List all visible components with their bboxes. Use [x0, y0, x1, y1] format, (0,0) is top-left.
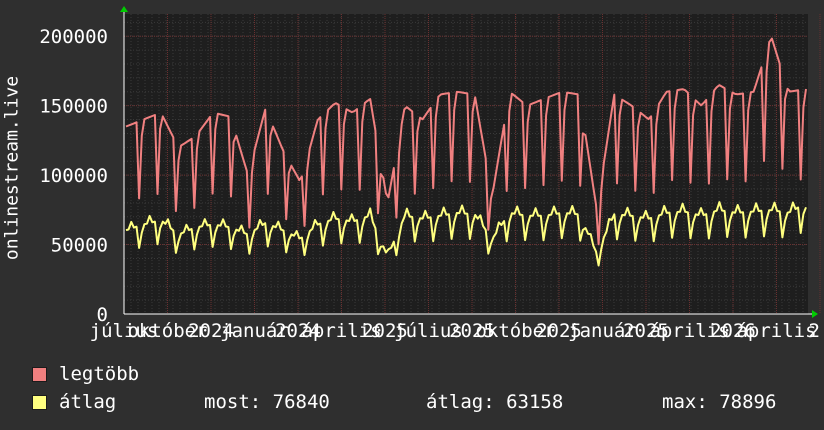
- x-tick-label: 2: [809, 320, 820, 342]
- stat-average: átlag: 63158: [426, 391, 564, 413]
- stat-maximum: max: 78896: [662, 391, 777, 413]
- x-tick-label: április: [736, 320, 816, 342]
- stat-current: most: 76840: [204, 391, 330, 413]
- y-tick-label: 150000: [39, 96, 108, 118]
- legend-label-avg: átlag: [59, 391, 117, 413]
- y-axis-arrow: [120, 6, 128, 12]
- legend-entry-max: legtöbb: [32, 363, 139, 385]
- x-axis-arrow: [812, 310, 818, 318]
- legend-label-max: legtöbb: [59, 363, 140, 385]
- y-tick-labels: 050000100000150000200000: [39, 26, 108, 326]
- x-tick-labels: júliusoktóber2024január2024április2025jú…: [90, 320, 820, 342]
- legend-swatch-avg: [32, 394, 47, 410]
- legend-entry-avg: átlag: [32, 391, 116, 413]
- y-axis-label: onlinestream.live: [1, 75, 23, 261]
- y-tick-label: 100000: [39, 165, 108, 187]
- legend-swatch-max: [32, 366, 47, 382]
- y-tick-label: 50000: [51, 235, 108, 257]
- y-tick-label: 200000: [39, 26, 108, 48]
